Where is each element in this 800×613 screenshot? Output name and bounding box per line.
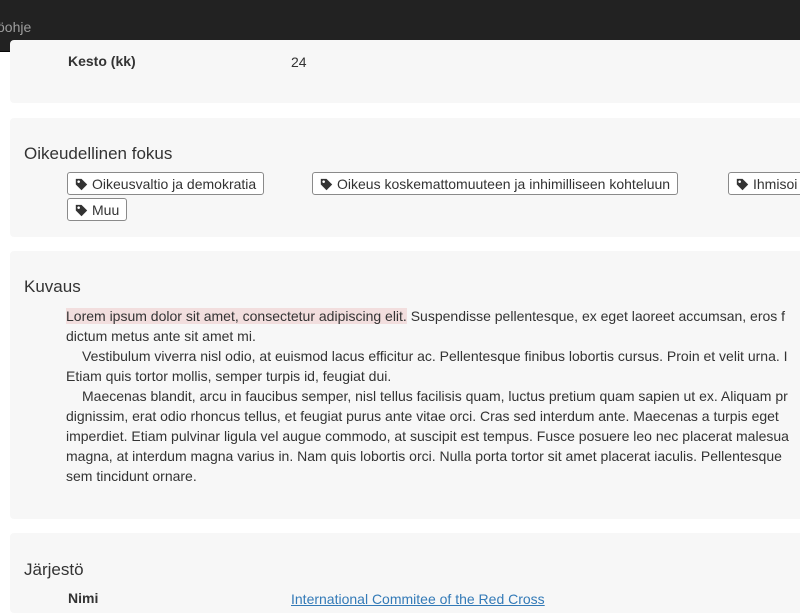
- tag-icon: [75, 204, 88, 217]
- tag-icon: [75, 178, 88, 191]
- org-name-label: Nimi: [68, 590, 99, 606]
- description-line: Maecenas blandit, arcu in faucibus sempe…: [82, 388, 788, 404]
- tag-label: Oikeus koskemattomuuteen ja inhimillisee…: [337, 176, 671, 192]
- duration-label: Kesto (kk): [68, 53, 136, 69]
- description-panel: Kuvaus Lorem ipsum dolor sit amet, conse…: [10, 251, 800, 519]
- description-line: dignissim, erat odio rhoncus tellus, et …: [66, 408, 779, 424]
- description-line: magna, at interdum magna varius in. Nam …: [66, 448, 782, 464]
- tag-other[interactable]: Muu: [67, 198, 128, 221]
- tag-label: Oikeusvaltio ja demokratia: [92, 176, 257, 192]
- tag-icon: [320, 178, 333, 191]
- navbar-link-ohje[interactable]: öohje: [0, 19, 31, 35]
- description-text: Lorem ipsum dolor sit amet, consectetur …: [66, 306, 800, 486]
- details-panel: Kesto (kk) 24: [10, 40, 800, 103]
- description-line: imperdiet. Etiam pulvinar ligula vel aug…: [66, 428, 789, 444]
- description-line: Vestibulum viverra nisl odio, at euismod…: [82, 348, 788, 364]
- organization-panel: Järjestö Nimi International Commitee of …: [10, 533, 800, 613]
- description-heading: Kuvaus: [24, 277, 81, 296]
- description-line: dictum metus ante sit amet mi.: [66, 328, 256, 344]
- tag-label: Ihmisoi: [753, 176, 798, 192]
- description-line: sem tincidunt ornare.: [66, 468, 197, 484]
- tag-rule-of-law[interactable]: Oikeusvaltio ja demokratia: [67, 172, 265, 195]
- description-line: Etiam quis tortor mollis, semper turpis …: [66, 368, 392, 384]
- tag-label: Muu: [92, 202, 120, 218]
- tag-icon: [736, 178, 749, 191]
- description-line: Lorem ipsum dolor sit amet, consectetur …: [66, 308, 786, 324]
- tag-right-to-integrity[interactable]: Oikeus koskemattomuuteen ja inhimillisee…: [312, 172, 679, 195]
- tag-human-rights[interactable]: Ihmisoi: [728, 172, 800, 195]
- legal-focus-heading: Oikeudellinen fokus: [24, 144, 173, 163]
- legal-focus-panel: Oikeudellinen fokus Oikeusvaltio ja demo…: [10, 118, 800, 237]
- organization-heading: Järjestö: [24, 560, 84, 579]
- duration-value: 24: [291, 54, 307, 70]
- org-name-link[interactable]: International Commitee of the Red Cross: [291, 591, 545, 607]
- highlighted-text[interactable]: Lorem ipsum dolor sit amet, consectetur …: [66, 308, 407, 324]
